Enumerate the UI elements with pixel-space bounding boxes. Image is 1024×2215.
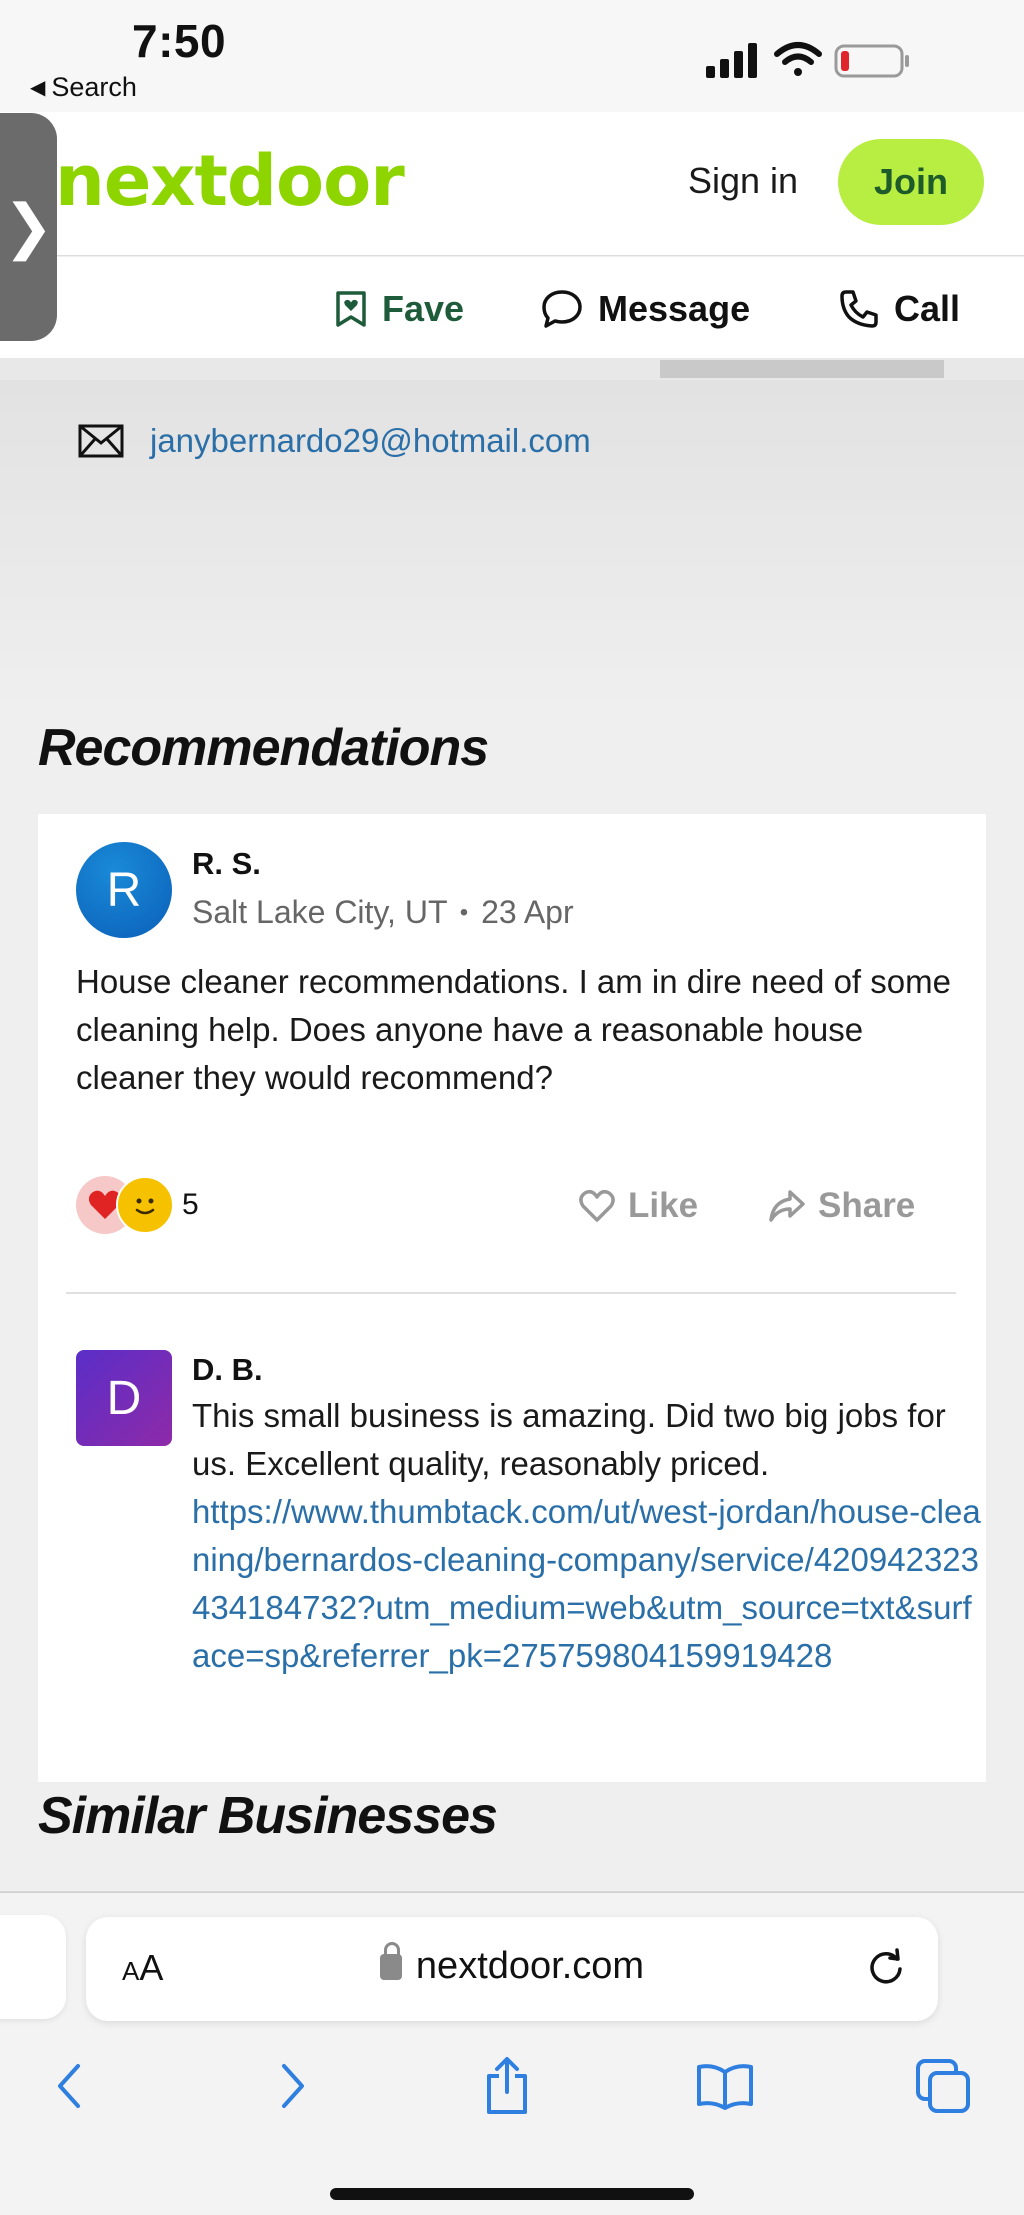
share-arrow-icon: [769, 1190, 805, 1222]
phone-icon: [840, 290, 878, 328]
bookmarks-button[interactable]: [690, 2051, 760, 2121]
url-text: nextdoor.com: [415, 1945, 645, 1987]
comment-author[interactable]: D. B.: [192, 1352, 263, 1388]
back-button[interactable]: [34, 2051, 104, 2121]
smile-reaction-icon: [116, 1176, 174, 1234]
share-button[interactable]: Share: [768, 1186, 915, 1226]
nextdoor-logo[interactable]: nextdoor: [55, 140, 405, 222]
wifi-icon: [774, 42, 822, 76]
comment-link[interactable]: https://www.thumbtack.com/ut/west-jordan…: [192, 1488, 982, 1680]
browser-toolbar: AA nextdoor.com: [0, 1892, 1024, 2215]
email-row: janybernardo29@hotmail.com: [78, 422, 591, 460]
comment-body: This small business is amazing. Did two …: [192, 1397, 946, 1482]
share-square-icon: [487, 2057, 527, 2114]
back-search-label: Search: [51, 72, 137, 102]
chevron-left-icon: [58, 2064, 80, 2108]
reactions-summary[interactable]: 5: [76, 1176, 199, 1234]
lock-icon: [379, 1942, 402, 1980]
speech-bubble-icon: [542, 290, 582, 328]
address-bar[interactable]: AA nextdoor.com: [86, 1917, 938, 2021]
post-location: Salt Lake City, UT: [192, 894, 447, 930]
avatar[interactable]: R: [76, 842, 172, 938]
home-indicator: [330, 2188, 694, 2200]
like-label: Like: [628, 1186, 699, 1225]
reload-icon: [870, 1948, 902, 1984]
contact-section: janybernardo29@hotmail.com: [0, 380, 1024, 710]
previous-tab-peek[interactable]: [0, 1915, 66, 2019]
back-to-search-button[interactable]: ◀ Search: [30, 72, 137, 103]
url-display[interactable]: nextdoor.com: [86, 1942, 938, 1988]
reaction-count: 5: [182, 1188, 199, 1221]
recommendation-card: R R. S. Salt Lake City, UT • 23 Apr Hous…: [38, 814, 986, 1782]
like-button[interactable]: Like: [578, 1186, 698, 1226]
forward-button[interactable]: [258, 2051, 328, 2121]
fave-label: Fave: [382, 288, 465, 329]
message-label: Message: [598, 288, 751, 329]
fave-button[interactable]: Fave: [334, 279, 464, 339]
post-body: House cleaner recommendations. I am in d…: [76, 963, 951, 1096]
status-time: 7:50: [132, 15, 227, 67]
commenter-avatar[interactable]: D: [76, 1350, 172, 1446]
status-icons: [706, 38, 946, 82]
meta-separator: •: [459, 899, 469, 926]
battery-icon: [834, 44, 909, 78]
call-label: Call: [894, 288, 961, 329]
heart-outline-icon: [579, 1189, 615, 1222]
message-button[interactable]: Message: [540, 279, 750, 339]
business-action-bar: Fave Message Call: [0, 257, 1024, 370]
share-label: Share: [818, 1186, 916, 1225]
site-header: nextdoor Sign in Join: [0, 112, 1024, 256]
join-button[interactable]: Join: [838, 139, 984, 225]
post-meta: Salt Lake City, UT • 23 Apr: [192, 894, 574, 931]
tabs-icon: [916, 2059, 970, 2113]
map-attribution: [660, 360, 944, 378]
chevron-right-icon: ❯: [3, 193, 54, 260]
tabs-button[interactable]: [908, 2051, 978, 2121]
cellular-signal-icon: [706, 43, 757, 78]
reload-button[interactable]: [864, 1945, 908, 1994]
divider: [66, 1292, 956, 1294]
share-page-button[interactable]: [472, 2051, 542, 2121]
similar-businesses-title: Similar Businesses: [38, 1787, 498, 1845]
back-triangle-icon: ◀: [30, 77, 46, 99]
call-button[interactable]: Call: [838, 279, 960, 339]
email-link[interactable]: janybernardo29@hotmail.com: [150, 422, 591, 460]
sign-in-link[interactable]: Sign in: [688, 160, 798, 202]
envelope-icon: [78, 424, 124, 458]
bookmark-heart-icon: [336, 291, 366, 327]
safari-nav-toolbar: [0, 2051, 1024, 2131]
chevron-right-icon: [282, 2064, 304, 2108]
status-bar: 7:50 ◀ Search: [0, 0, 1024, 112]
recommendations-title: Recommendations: [38, 719, 489, 777]
post-author[interactable]: R. S.: [192, 846, 261, 882]
post-date: 23 Apr: [481, 894, 574, 930]
sidebar-expand-handle[interactable]: ❯: [0, 113, 57, 341]
open-book-icon: [697, 2064, 753, 2110]
